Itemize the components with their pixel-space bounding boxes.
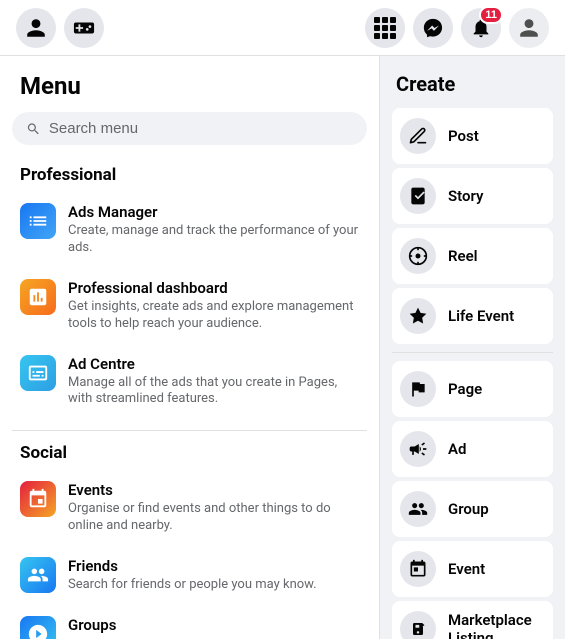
menu-item-friends[interactable]: Friends Search for friends or people you… (12, 547, 367, 604)
marketplace-icon-circle (400, 611, 436, 639)
create-item-group[interactable]: Group (392, 481, 553, 537)
life-event-icon (408, 306, 428, 326)
account-icon (518, 17, 540, 39)
group-label: Group (448, 500, 489, 518)
ad-centre-text: Ad Centre Manage all of the ads that you… (68, 355, 359, 409)
reel-label: Reel (448, 247, 478, 265)
create-item-life-event[interactable]: Life Event (392, 288, 553, 344)
marketplace-icon (408, 619, 428, 639)
story-label: Story (448, 187, 483, 205)
groups-icon (20, 616, 56, 639)
search-input[interactable] (49, 120, 353, 137)
create-item-event[interactable]: Event (392, 541, 553, 597)
pro-dashboard-desc: Get insights, create ads and explore man… (68, 299, 359, 333)
ads-manager-desc: Create, manage and track the performance… (68, 223, 359, 257)
social-section-title: Social (12, 443, 367, 463)
create-item-ad[interactable]: Ad (392, 421, 553, 477)
section-divider-1 (12, 430, 367, 431)
gaming-icon (73, 17, 95, 39)
create-title: Create (392, 72, 553, 96)
page-label: Page (448, 380, 482, 398)
events-title: Events (68, 481, 359, 499)
event-label: Event (448, 560, 485, 578)
main-layout: Menu Professional Ads Manager Create, ma… (0, 56, 565, 639)
profile-icon (25, 17, 47, 39)
ad-centre-title: Ad Centre (68, 355, 359, 373)
menu-item-pro-dashboard[interactable]: Professional dashboard Get insights, cre… (12, 269, 367, 343)
ad-create-icon (408, 439, 428, 459)
menu-title: Menu (12, 72, 367, 100)
create-item-post[interactable]: Post (392, 108, 553, 164)
groups-title: Groups (68, 616, 116, 634)
friends-icon (20, 557, 56, 593)
pro-dashboard-icon (20, 279, 56, 315)
menu-item-ads-manager[interactable]: Ads Manager Create, manage and track the… (12, 193, 367, 267)
friends-title: Friends (68, 557, 317, 575)
events-icon (20, 481, 56, 517)
professional-section-title: Professional (12, 165, 367, 185)
post-icon-circle (400, 118, 436, 154)
ad-centre-icon (20, 355, 56, 391)
create-divider-1 (392, 352, 553, 353)
menu-item-events[interactable]: Events Organise or find events and other… (12, 471, 367, 545)
topbar-right: 11 (365, 8, 549, 48)
group-icon-circle (400, 491, 436, 527)
apps-icon-btn[interactable] (365, 8, 405, 48)
reel-icon (408, 246, 428, 266)
grid-icon (374, 17, 396, 39)
life-event-icon-circle (400, 298, 436, 334)
create-item-reel[interactable]: Reel (392, 228, 553, 284)
create-item-marketplace[interactable]: Marketplace Listing (392, 601, 553, 639)
pro-dashboard-title: Professional dashboard (68, 279, 359, 297)
reel-icon-circle (400, 238, 436, 274)
groups-text: Groups (68, 616, 116, 636)
menu-item-ad-centre[interactable]: Ad Centre Manage all of the ads that you… (12, 345, 367, 419)
ads-manager-icon (20, 203, 56, 239)
right-panel: Create Post Story (380, 56, 565, 639)
search-icon (26, 121, 41, 137)
post-label: Post (448, 127, 479, 145)
profile-icon-btn[interactable] (16, 8, 56, 48)
pro-dashboard-text: Professional dashboard Get insights, cre… (68, 279, 359, 333)
account-icon-btn[interactable] (509, 8, 549, 48)
group-icon (408, 499, 428, 519)
ad-icon-circle (400, 431, 436, 467)
events-text: Events Organise or find events and other… (68, 481, 359, 535)
post-icon (408, 126, 428, 146)
messenger-icon-btn[interactable] (413, 8, 453, 48)
ads-manager-text: Ads Manager Create, manage and track the… (68, 203, 359, 257)
story-icon (408, 186, 428, 206)
menu-item-groups[interactable]: Groups (12, 606, 367, 639)
event-icon-circle (400, 551, 436, 587)
topbar: 11 (0, 0, 565, 56)
messenger-icon (422, 17, 444, 39)
ads-manager-title: Ads Manager (68, 203, 359, 221)
search-box (12, 112, 367, 145)
topbar-left (16, 8, 104, 48)
life-event-label: Life Event (448, 307, 514, 325)
ad-centre-desc: Manage all of the ads that you create in… (68, 375, 359, 409)
left-panel: Menu Professional Ads Manager Create, ma… (0, 56, 380, 639)
create-item-story[interactable]: Story (392, 168, 553, 224)
ad-label: Ad (448, 440, 466, 458)
create-item-page[interactable]: Page (392, 361, 553, 417)
marketplace-label: Marketplace Listing (448, 611, 532, 639)
page-icon (408, 379, 428, 399)
gaming-icon-btn[interactable] (64, 8, 104, 48)
friends-text: Friends Search for friends or people you… (68, 557, 317, 594)
page-icon-circle (400, 371, 436, 407)
friends-desc: Search for friends or people you may kno… (68, 577, 317, 594)
notification-icon-btn[interactable]: 11 (461, 8, 501, 48)
event-icon (408, 559, 428, 579)
story-icon-circle (400, 178, 436, 214)
events-desc: Organise or find events and other things… (68, 501, 359, 535)
notification-badge: 11 (479, 6, 503, 24)
